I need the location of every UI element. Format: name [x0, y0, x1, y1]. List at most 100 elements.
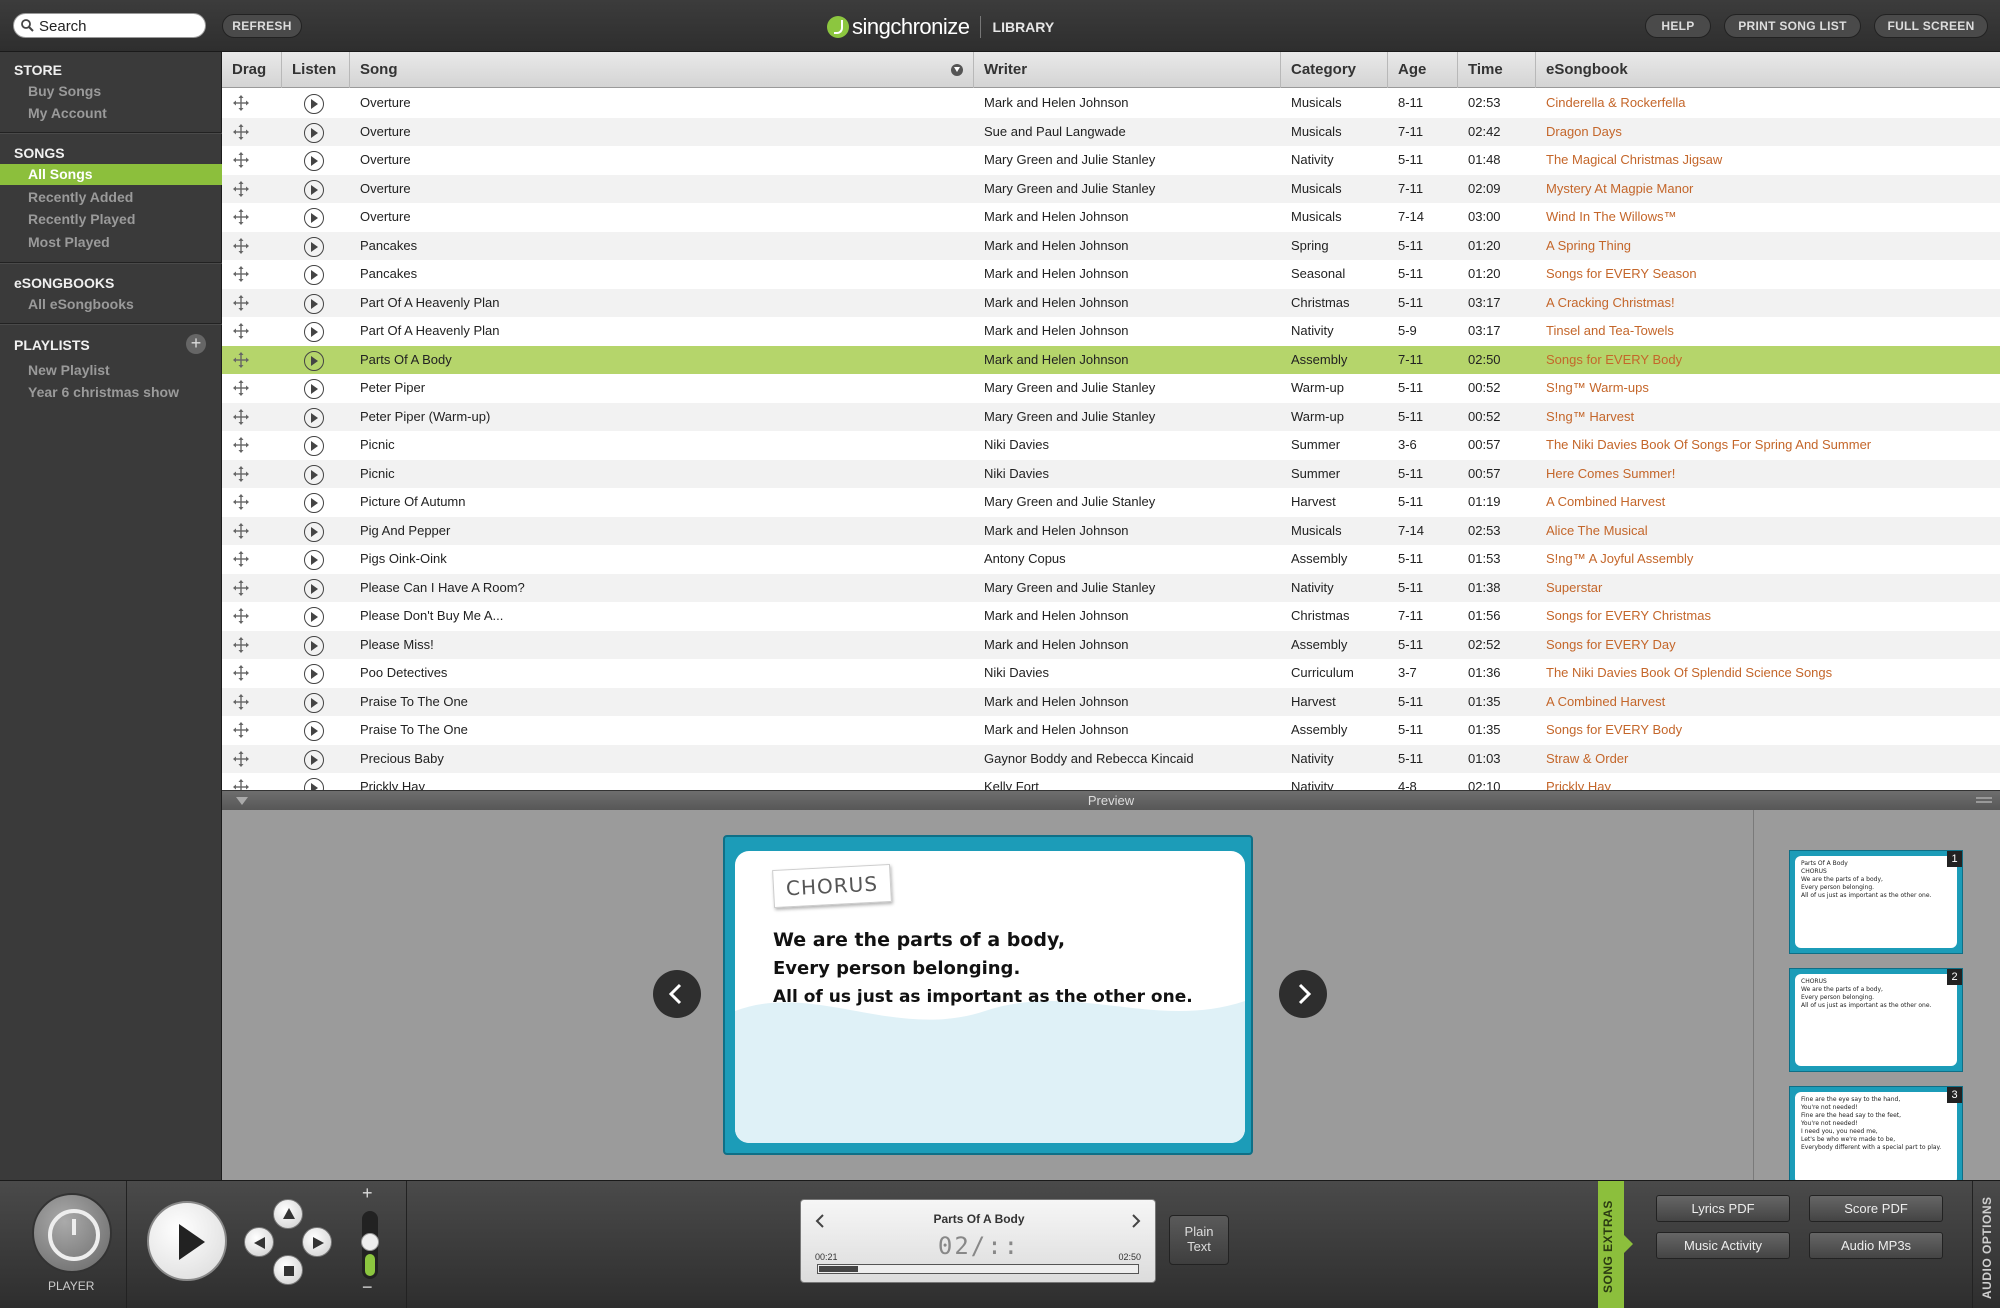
listen-play-icon[interactable]: [304, 749, 324, 770]
player-mode-button[interactable]: [32, 1193, 112, 1273]
full-screen-button[interactable]: FULL SCREEN: [1874, 14, 1988, 38]
table-row[interactable]: Please Miss! Mark and Helen Johnson Assemb…: [222, 630, 2000, 660]
drag-handle-icon[interactable]: [233, 494, 249, 510]
listen-play-icon[interactable]: [304, 122, 324, 143]
table-row[interactable]: Picnic Niki Davies Summer 3-6 00:57 The Niki …: [222, 431, 2000, 460]
table-row[interactable]: Overture Sue and Paul Langwade Musicals 7-1…: [222, 117, 2000, 146]
table-row[interactable]: Please Don't Buy Me A... Mark and Helen J…: [222, 602, 2000, 631]
slide-thumbnail[interactable]: Fine are the eye say to the hand, You're …: [1789, 1086, 1963, 1190]
sidebar-item-my-account[interactable]: My Account: [28, 105, 107, 121]
listen-play-icon[interactable]: [304, 692, 324, 713]
drag-handle-icon[interactable]: [233, 123, 249, 140]
sidebar-item-recently-added[interactable]: Recently Added: [28, 189, 133, 205]
drag-handle-icon[interactable]: [233, 180, 249, 197]
drag-handle-icon[interactable]: [233, 722, 249, 738]
column-header-esongbook[interactable]: eSongbook: [1536, 52, 2000, 88]
next-slide-button[interactable]: [1279, 970, 1327, 1018]
esongbook-link[interactable]: The Magical Christmas Jigsaw: [1546, 146, 1996, 175]
forward-button[interactable]: [302, 1227, 332, 1257]
help-button[interactable]: HELP: [1645, 14, 1711, 38]
listen-play-icon[interactable]: [304, 179, 324, 200]
listen-play-icon[interactable]: [304, 293, 324, 314]
esongbook-link[interactable]: S!ng™ Harvest: [1546, 403, 1996, 432]
column-header-category[interactable]: Category: [1281, 52, 1388, 88]
listen-play-icon[interactable]: [304, 94, 324, 114]
column-header-drag[interactable]: Drag: [222, 52, 282, 88]
drag-handle-icon[interactable]: [233, 465, 249, 482]
volume-knob[interactable]: [361, 1233, 379, 1251]
drag-handle-icon[interactable]: [233, 608, 249, 624]
esongbook-link[interactable]: Tinsel and Tea-Towels: [1546, 317, 1996, 346]
table-row[interactable]: Pigs Oink-Oink Antony Copus Assembly 5-11 01…: [222, 545, 2000, 574]
table-row[interactable]: Overture Mark and Helen Johnson Musicals 8-…: [222, 89, 2000, 118]
search-box[interactable]: [13, 13, 206, 38]
sidebar-item-all-esongbooks[interactable]: All eSongbooks: [28, 296, 134, 312]
listen-play-icon[interactable]: [304, 379, 324, 399]
plain-text-button[interactable]: Plain Text: [1169, 1215, 1229, 1265]
drag-handle-icon[interactable]: [233, 437, 249, 453]
rewind-button[interactable]: [244, 1227, 274, 1257]
listen-play-icon[interactable]: [304, 778, 324, 790]
refresh-button[interactable]: REFRESH: [222, 14, 302, 38]
esongbook-link[interactable]: Superstar: [1546, 574, 1996, 603]
table-row[interactable]: Overture Mary Green and Julie Stanley Musi…: [222, 174, 2000, 204]
table-row[interactable]: Picnic Niki Davies Summer 5-11 00:57 Here Com…: [222, 459, 2000, 489]
listen-play-icon[interactable]: [304, 578, 324, 599]
sidebar-item-buy-songs[interactable]: Buy Songs: [28, 83, 101, 99]
collapse-arrow-icon[interactable]: [236, 797, 248, 805]
sidebar-item-most-played[interactable]: Most Played: [28, 234, 110, 250]
drag-handle-icon[interactable]: [233, 408, 249, 425]
slide-thumbnail[interactable]: Parts Of A Body CHORUS We are the parts of…: [1789, 850, 1963, 954]
listen-play-icon[interactable]: [304, 464, 324, 485]
drag-handle-icon[interactable]: [233, 294, 249, 311]
sort-icon[interactable]: [951, 64, 963, 76]
drag-handle-icon[interactable]: [233, 693, 249, 710]
esongbook-link[interactable]: Straw & Order: [1546, 745, 1996, 774]
listen-play-icon[interactable]: [304, 635, 324, 656]
esongbook-link[interactable]: Mystery At Magpie Manor: [1546, 175, 1996, 204]
table-row[interactable]: Overture Mark and Helen Johnson Musicals 7-…: [222, 203, 2000, 232]
sidebar-item-year-6-christmas-show[interactable]: Year 6 christmas show: [28, 384, 179, 400]
listen-play-icon[interactable]: [304, 493, 324, 513]
listen-play-icon[interactable]: [304, 664, 324, 684]
esongbook-link[interactable]: Songs for EVERY Christmas: [1546, 602, 1996, 631]
song-extras-tab[interactable]: SONG EXTRAS: [1598, 1181, 1624, 1308]
resize-handle-icon[interactable]: [1976, 797, 1992, 805]
sidebar-item-recently-played[interactable]: Recently Played: [28, 211, 135, 227]
esongbook-link[interactable]: A Combined Harvest: [1546, 488, 1996, 517]
table-row[interactable]: Prickly Hay Kelly Fort Nativity 4-8 02:10 Pri…: [222, 773, 2000, 790]
music-activity-button[interactable]: Music Activity: [1656, 1232, 1790, 1259]
esongbook-link[interactable]: A Combined Harvest: [1546, 688, 1996, 717]
audio-options-tab[interactable]: AUDIO OPTIONS: [1972, 1181, 2000, 1308]
drag-handle-icon[interactable]: [233, 636, 249, 653]
drag-handle-icon[interactable]: [233, 779, 249, 790]
listen-play-icon[interactable]: [304, 322, 324, 342]
drag-handle-icon[interactable]: [233, 579, 249, 596]
table-row[interactable]: Please Can I Have A Room? Mary Green and …: [222, 573, 2000, 603]
sidebar-item-new-playlist[interactable]: New Playlist: [28, 362, 110, 378]
esongbook-link[interactable]: A Cracking Christmas!: [1546, 289, 1996, 318]
audio-mp3s-button[interactable]: Audio MP3s: [1809, 1232, 1943, 1259]
listen-play-icon[interactable]: [304, 607, 324, 627]
table-row[interactable]: Part Of A Heavenly Plan Mark and Helen Jo…: [222, 288, 2000, 318]
drag-handle-icon[interactable]: [233, 237, 249, 254]
column-header-song[interactable]: Song: [350, 52, 974, 88]
table-row[interactable]: Overture Mary Green and Julie Stanley Nati…: [222, 146, 2000, 175]
drag-handle-icon[interactable]: [233, 750, 249, 767]
esongbook-link[interactable]: Alice The Musical: [1546, 517, 1996, 546]
track-progress-bar[interactable]: [817, 1264, 1139, 1274]
table-row[interactable]: Precious Baby Gaynor Boddy and Rebecca Ki…: [222, 744, 2000, 774]
drag-handle-icon[interactable]: [233, 323, 249, 339]
esongbook-link[interactable]: Songs for EVERY Day: [1546, 631, 1996, 660]
listen-play-icon[interactable]: [304, 208, 324, 228]
esongbook-link[interactable]: The Niki Davies Book Of Splendid Science…: [1546, 659, 1996, 688]
esongbook-link[interactable]: Prickly Hay: [1546, 773, 1996, 790]
stop-button[interactable]: [273, 1255, 303, 1285]
esongbook-link[interactable]: Here Comes Summer!: [1546, 460, 1996, 489]
drag-handle-icon[interactable]: [233, 152, 249, 168]
listen-play-icon[interactable]: [304, 550, 324, 570]
esongbook-link[interactable]: S!ng™ A Joyful Assembly: [1546, 545, 1996, 574]
table-row[interactable]: Pancakes Mark and Helen Johnson Spring 5-11…: [222, 231, 2000, 260]
score-pdf-button[interactable]: Score PDF: [1809, 1195, 1943, 1222]
sidebar-item-all-songs[interactable]: All Songs: [0, 164, 222, 185]
